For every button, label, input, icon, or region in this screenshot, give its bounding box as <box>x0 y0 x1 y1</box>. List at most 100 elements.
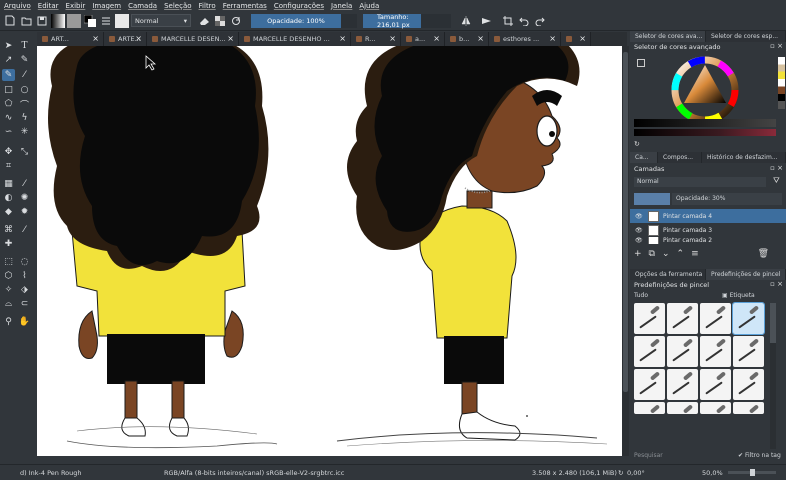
menu-camada[interactable]: Camada <box>128 2 157 10</box>
transform-tool-icon[interactable]: ⤡ <box>18 146 31 158</box>
brush-preset[interactable] <box>732 302 765 335</box>
redo-icon[interactable] <box>533 14 547 28</box>
brush-preset[interactable] <box>667 303 698 334</box>
magnetic-select-icon[interactable]: ⊂ <box>18 298 31 310</box>
close-icon[interactable]: × <box>92 34 99 43</box>
brush-preset[interactable] <box>634 369 665 400</box>
close-icon[interactable]: × <box>389 34 396 43</box>
text-tool-icon[interactable]: T <box>18 40 31 52</box>
tab-layers[interactable]: Ca... <box>630 152 658 163</box>
close-icon[interactable]: × <box>339 34 346 43</box>
preserve-alpha-icon[interactable] <box>213 14 227 28</box>
tab-document-3[interactable]: MARCELLE DESEN... × <box>147 32 239 46</box>
zoom-tool-icon[interactable]: ⚲ <box>2 316 15 328</box>
brush-preset[interactable] <box>667 402 698 414</box>
brush-preset-thumb[interactable] <box>115 13 129 28</box>
eye-icon[interactable]: 👁 <box>635 213 643 220</box>
mirror-horizontal-icon[interactable] <box>459 14 473 28</box>
close-icon[interactable]: × <box>433 34 440 43</box>
brush-preset[interactable] <box>634 336 665 367</box>
brush-preset[interactable] <box>700 336 731 367</box>
edit-shapes-icon[interactable]: ↗ <box>2 54 15 66</box>
contiguous-select-icon[interactable]: ✧ <box>2 284 15 296</box>
zoom-slider[interactable] <box>728 469 776 476</box>
brush-preset[interactable] <box>700 369 731 400</box>
brush-preset[interactable] <box>667 336 698 367</box>
layer-row[interactable]: 👁 Pintar camada 4 <box>630 209 786 223</box>
enclose-fill-icon[interactable]: ✹ <box>18 206 31 218</box>
brush-preset[interactable] <box>700 402 731 414</box>
undo-icon[interactable] <box>517 14 531 28</box>
refresh-icon[interactable]: ↻ <box>634 140 640 148</box>
opacity-slider-track[interactable] <box>341 13 357 28</box>
duplicate-layer-icon[interactable]: ⧉ <box>649 249 655 261</box>
tab-compositions[interactable]: Compos... <box>658 152 702 163</box>
line-tool-icon[interactable]: ⁄ <box>18 69 31 81</box>
fill-tool-icon[interactable]: ◆ <box>2 206 15 218</box>
freehand-select-icon[interactable]: ⌇ <box>18 270 31 282</box>
multibrush-icon[interactable]: ✳ <box>18 126 31 138</box>
similar-select-icon[interactable]: ⬗ <box>18 284 31 296</box>
crop-icon[interactable] <box>501 14 515 28</box>
close-icon[interactable]: × <box>477 34 484 43</box>
fg-bg-color-icon[interactable] <box>83 14 97 28</box>
tab-document-1[interactable]: ART... × <box>37 32 104 46</box>
assistant-tool-icon[interactable]: ⌘ <box>2 224 15 236</box>
mirror-vertical-icon[interactable] <box>479 14 493 28</box>
opacity-slider[interactable]: Opacidade: 100% <box>251 13 341 28</box>
gradient-swatch[interactable] <box>51 13 65 28</box>
tab-document-2[interactable]: ARTE... × <box>104 32 147 46</box>
brush-preset[interactable] <box>634 303 665 334</box>
polygon-select-icon[interactable]: ⬡ <box>2 270 15 282</box>
open-folder-icon[interactable] <box>19 14 33 28</box>
zoom-slider-handle[interactable] <box>750 469 755 476</box>
color-history-strip[interactable] <box>778 57 785 109</box>
filter-icon[interactable]: ⛛ <box>773 176 780 186</box>
scrollbar-thumb[interactable] <box>623 52 628 392</box>
close-icon[interactable]: × <box>135 34 142 43</box>
tab-document-8[interactable]: esthores ... × <box>489 32 561 46</box>
dynamic-brush-icon[interactable]: ∽ <box>2 126 15 138</box>
scrollbar-thumb[interactable] <box>770 303 776 343</box>
brush-preset[interactable] <box>733 402 764 414</box>
close-icon[interactable]: × <box>549 34 556 43</box>
new-document-icon[interactable] <box>3 14 17 28</box>
tab-document-5[interactable]: R... × <box>351 32 401 46</box>
menu-ajuda[interactable]: Ajuda <box>359 2 379 10</box>
ellipse-tool-icon[interactable]: ○ <box>18 84 31 96</box>
menu-filtro[interactable]: Filtro <box>199 2 216 10</box>
gradient-tool-icon[interactable]: ▦ <box>2 178 15 190</box>
menu-ferramentas[interactable]: Ferramentas <box>223 2 267 10</box>
layer-row[interactable]: 👁 Pintar camada 2 <box>630 237 786 244</box>
rectangle-tool-icon[interactable]: □ <box>2 84 15 96</box>
brush-preset[interactable] <box>733 336 764 367</box>
color-picker-icon[interactable]: ⁄ <box>18 178 31 190</box>
rotation-value[interactable]: 0,00° <box>627 469 645 477</box>
docker-float-close-icon[interactable]: ▫ × <box>770 164 783 172</box>
saturation-gradient-bar[interactable] <box>634 129 776 136</box>
tab-document-6[interactable]: a... × <box>401 32 445 46</box>
save-icon[interactable] <box>35 14 49 28</box>
polygon-tool-icon[interactable]: ⬠ <box>2 98 15 110</box>
tab-tool-options[interactable]: Opções da ferramenta <box>630 269 706 280</box>
canvas-vertical-scrollbar[interactable] <box>622 46 629 456</box>
move-down-icon[interactable]: ⌄ <box>662 249 670 261</box>
filter-by-tag-checkbox[interactable]: ✔ Filtro na tag <box>738 452 781 462</box>
crop-tool-icon[interactable]: ⌗ <box>2 160 15 172</box>
reload-preset-icon[interactable] <box>229 14 243 28</box>
brush-preset[interactable] <box>634 402 665 414</box>
color-wheel-area[interactable]: ↻ <box>630 53 786 148</box>
brush-settings-icon[interactable] <box>99 14 113 28</box>
tab-undo-history[interactable]: Histórico de desfazim... <box>702 152 786 163</box>
move-up-icon[interactable]: ⌃ <box>677 249 685 261</box>
tab-document-4[interactable]: MARCELLE DESENHO ... × <box>239 32 351 46</box>
tab-document-9[interactable]: × <box>561 32 591 46</box>
layer-opacity-row[interactable]: Opacidade: 30% <box>634 193 782 205</box>
value-gradient-bar[interactable] <box>634 119 776 127</box>
bezier-select-icon[interactable]: ⌓ <box>2 298 15 310</box>
settings-list-icon[interactable] <box>637 59 645 67</box>
freehand-path-icon[interactable]: ϟ <box>18 112 31 124</box>
select-shapes-icon[interactable]: ➤ <box>2 40 15 52</box>
blend-mode-select[interactable]: Normal ▾ <box>131 14 191 27</box>
bezier-tool-icon[interactable]: ∿ <box>2 112 15 124</box>
